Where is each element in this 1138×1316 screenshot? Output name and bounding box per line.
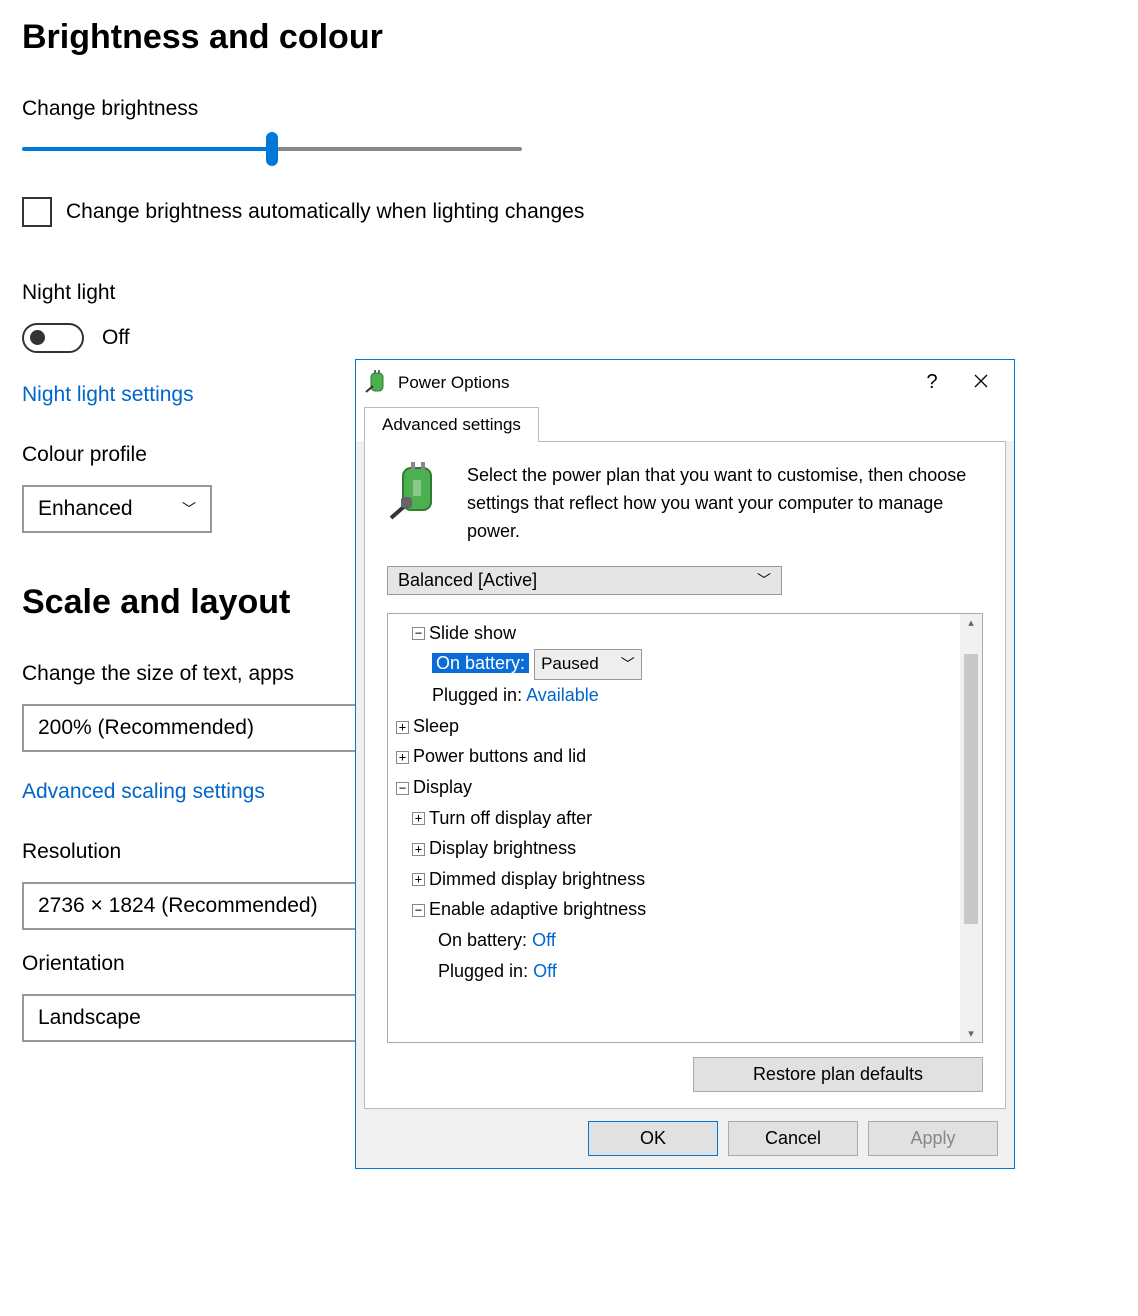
help-button[interactable]: ? [908,371,956,394]
brightness-heading: Brightness and colour [22,18,1116,57]
node-slide-show[interactable]: Slide show [429,623,516,643]
scroll-up-icon[interactable]: ▴ [960,616,982,629]
dialog-title: Power Options [398,373,908,393]
chevron-down-icon: ﹀ [621,653,635,677]
dialog-titlebar[interactable]: Power Options ? [356,360,1014,402]
adaptive-on-battery-label[interactable]: On battery: [438,930,527,950]
scroll-thumb[interactable] [964,654,978,924]
battery-plug-icon [387,462,449,524]
plugged-in-value[interactable]: Available [526,685,599,705]
tab-advanced-settings[interactable]: Advanced settings [364,407,539,442]
orientation-value: Landscape [38,1006,141,1030]
expand-icon[interactable]: + [412,812,425,825]
colour-profile-dropdown[interactable]: Enhanced ﹀ [22,485,212,533]
node-plugged-in-label[interactable]: Plugged in: [432,685,522,705]
scrollbar[interactable]: ▴ ▾ [960,614,982,1042]
collapse-icon[interactable]: − [396,782,409,795]
scroll-down-icon[interactable]: ▾ [960,1027,982,1040]
expand-icon[interactable]: + [412,873,425,886]
on-battery-value: Paused [541,650,599,679]
scale-value: 200% (Recommended) [38,716,254,740]
node-adaptive-brightness[interactable]: Enable adaptive brightness [429,899,646,919]
adaptive-on-battery-value[interactable]: Off [532,930,556,950]
dialog-description: Select the power plan that you want to c… [467,462,983,546]
power-options-dialog: Power Options ? Advanced settings [355,359,1015,1169]
power-settings-tree[interactable]: −Slide show On battery: Paused ﹀ Plugged… [388,614,960,1042]
power-options-icon [364,370,390,396]
colour-profile-value: Enhanced [38,497,133,521]
expand-icon[interactable]: + [412,843,425,856]
power-plan-select[interactable]: Balanced [Active] ﹀ [387,566,782,595]
cancel-button[interactable]: Cancel [728,1121,858,1156]
change-brightness-label: Change brightness [22,97,1116,121]
slider-thumb[interactable] [266,132,278,166]
chevron-down-icon: ﹀ [757,570,771,590]
brightness-slider[interactable] [22,139,522,159]
expand-icon[interactable]: + [396,721,409,734]
night-light-label: Night light [22,281,1116,305]
night-light-toggle[interactable] [22,323,84,353]
node-power-buttons[interactable]: Power buttons and lid [413,746,586,766]
node-sleep[interactable]: Sleep [413,716,459,736]
node-dimmed-brightness[interactable]: Dimmed display brightness [429,869,645,889]
node-on-battery-selected[interactable]: On battery: [432,653,529,673]
node-display-brightness[interactable]: Display brightness [429,838,576,858]
close-button[interactable] [956,372,1006,393]
chevron-down-icon: ﹀ [182,499,196,519]
collapse-icon[interactable]: − [412,904,425,917]
resolution-value: 2736 × 1824 (Recommended) [38,894,318,918]
expand-icon[interactable]: + [396,751,409,764]
restore-defaults-button[interactable]: Restore plan defaults [693,1057,983,1092]
ok-button[interactable]: OK [588,1121,718,1156]
night-light-state: Off [102,326,130,350]
auto-brightness-label: Change brightness automatically when lig… [66,200,584,224]
adaptive-plugged-in-label[interactable]: Plugged in: [438,961,528,981]
auto-brightness-checkbox[interactable] [22,197,52,227]
node-display[interactable]: Display [413,777,472,797]
on-battery-value-select[interactable]: Paused ﹀ [534,649,642,680]
adaptive-plugged-in-value[interactable]: Off [533,961,557,981]
apply-button[interactable]: Apply [868,1121,998,1156]
power-plan-value: Balanced [Active] [398,570,537,591]
collapse-icon[interactable]: − [412,627,425,640]
node-turn-off-display[interactable]: Turn off display after [429,808,592,828]
